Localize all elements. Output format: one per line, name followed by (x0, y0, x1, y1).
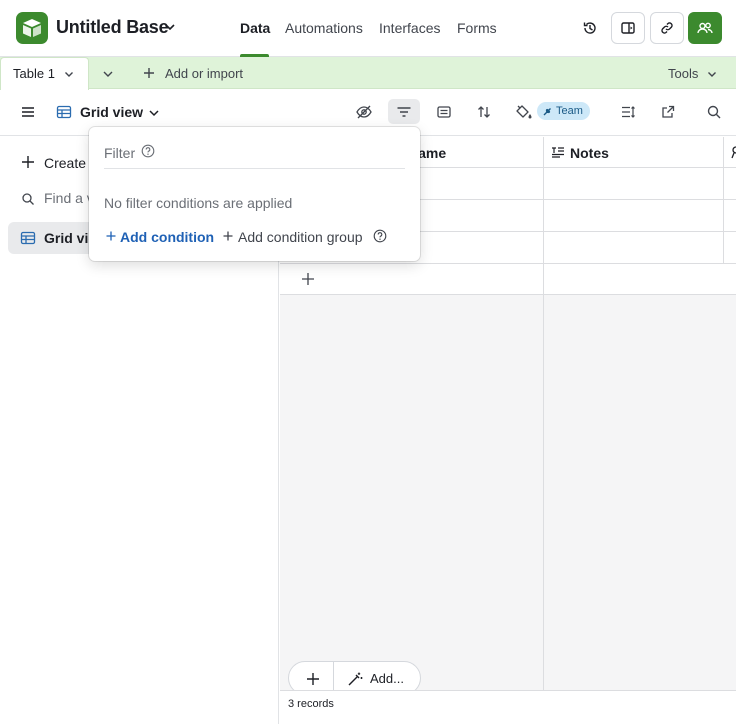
magic-wand-icon[interactable] (347, 671, 363, 687)
table-tab-label[interactable]: Table 1 (13, 66, 55, 81)
long-text-icon (551, 146, 565, 158)
chevron-down-icon[interactable] (147, 106, 161, 120)
team-badge-label: Team (556, 105, 583, 117)
plus-icon[interactable] (222, 230, 234, 242)
launch-icon (620, 20, 636, 36)
plus-icon[interactable] (142, 66, 156, 80)
user-field-icon (730, 145, 736, 159)
chevron-down-icon[interactable] (63, 68, 75, 80)
all-tables-dropdown-icon[interactable] (100, 66, 116, 82)
link-icon (659, 20, 675, 36)
search-icon[interactable] (704, 102, 724, 122)
add-condition-group-button[interactable]: Add condition group (238, 229, 363, 245)
search-icon (21, 192, 35, 206)
plus-icon[interactable] (20, 154, 36, 170)
help-icon[interactable] (373, 229, 387, 243)
add-button[interactable]: Add... (370, 671, 404, 686)
row-height-icon[interactable] (618, 102, 638, 122)
add-record-plus-icon[interactable] (300, 271, 316, 287)
tab-data[interactable]: Data (240, 20, 270, 36)
tab-interfaces[interactable]: Interfaces (379, 20, 440, 36)
divider (104, 168, 405, 169)
paint-bucket-icon[interactable] (514, 102, 534, 122)
add-condition-button[interactable]: Add condition (120, 229, 214, 245)
create-view-button[interactable]: Create (44, 155, 86, 171)
grid-view-icon (20, 230, 36, 246)
base-name[interactable]: Untitled Base (56, 17, 169, 38)
history-icon[interactable] (575, 12, 605, 44)
plus-icon[interactable] (105, 230, 117, 242)
column-divider (723, 137, 724, 264)
chevron-down-icon[interactable] (163, 20, 177, 34)
empty-filter-message: No filter conditions are applied (104, 195, 293, 211)
collaborator-icon (542, 106, 553, 117)
group-icon[interactable] (434, 102, 454, 122)
filter-button[interactable] (388, 99, 420, 124)
add-row[interactable] (280, 264, 736, 295)
record-count: 3 records (288, 698, 334, 710)
add-or-import-button[interactable]: Add or import (165, 66, 243, 81)
tab-automations[interactable]: Automations (285, 20, 363, 36)
summary-bar (280, 690, 736, 724)
team-badge[interactable]: Team (537, 102, 590, 120)
grid-view-icon (56, 104, 72, 120)
share-view-icon[interactable] (658, 102, 678, 122)
sort-icon[interactable] (474, 102, 494, 122)
hide-fields-icon[interactable] (354, 102, 374, 122)
help-icon[interactable] (141, 144, 155, 158)
chevron-down-icon[interactable] (706, 68, 718, 80)
share-button[interactable] (688, 12, 722, 44)
filter-title: Filter (104, 145, 136, 161)
notes-column-header[interactable]: Notes (570, 145, 609, 161)
view-name[interactable]: Grid view (80, 104, 143, 120)
share-collaborators-icon (696, 20, 714, 36)
app-logo-icon[interactable] (16, 12, 48, 44)
tab-forms[interactable]: Forms (457, 20, 497, 36)
filter-icon (396, 105, 412, 119)
copy-link-button[interactable] (650, 12, 684, 44)
plus-icon[interactable] (305, 671, 321, 687)
hamburger-menu-icon[interactable] (20, 104, 36, 120)
launch-button[interactable] (611, 12, 645, 44)
tools-button[interactable]: Tools (668, 66, 698, 81)
column-divider (543, 137, 544, 724)
